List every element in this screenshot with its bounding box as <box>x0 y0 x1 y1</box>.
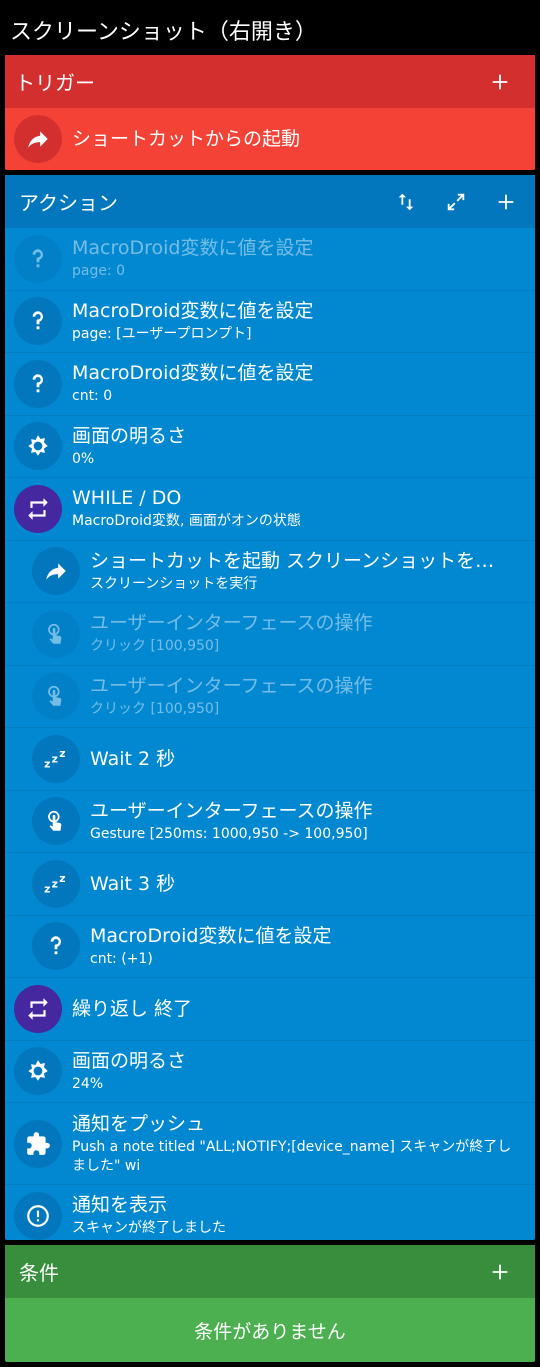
puzzle-icon <box>14 1119 62 1168</box>
action-item[interactable]: MacroDroid変数に値を設定 cnt: (+1) <box>5 916 535 978</box>
action-list: MacroDroid変数に値を設定 page: 0 MacroDroid変数に値を設… <box>5 228 535 1248</box>
svg-text:z: z <box>59 872 65 885</box>
action-item[interactable]: WHILE / DO MacroDroid変数, 画面がオンの状態 <box>5 478 535 541</box>
action-item-title: MacroDroid変数に値を設定 <box>90 924 332 947</box>
action-item[interactable]: ショートカットを起動 スクリーンショットを… スクリーンショットを実行 <box>5 541 535 603</box>
add-action-button[interactable] <box>481 182 531 222</box>
action-item-title: ユーザーインターフェースの操作 <box>90 674 373 697</box>
trigger-card: トリガー ショートカットからの起動 <box>5 55 535 170</box>
action-item-subtitle: Gesture [250ms: 1000,950 -> 100,950] <box>90 825 368 842</box>
action-item[interactable]: z z z Wait 2 秒 <box>5 728 535 791</box>
sleep-icon: zzz <box>32 859 80 908</box>
question-icon <box>14 297 62 346</box>
plus-icon <box>492 1264 508 1279</box>
action-item-subtitle: スクリーンショットを実行 <box>90 575 258 592</box>
action-item-subtitle: cnt: (+1) <box>90 950 153 967</box>
action-item-title: 画面の明るさ <box>72 1049 187 1072</box>
action-item[interactable]: MacroDroid変数に値を設定 cnt: 0 <box>5 353 535 416</box>
svg-text:z: z <box>52 752 58 765</box>
action-item[interactable]: 通知をプッシュ Push a note titled "ALL;NOTIFY;[d… <box>5 1103 535 1185</box>
sleep-icon: zzz <box>32 734 80 783</box>
action-item[interactable]: ユーザーインターフェースの操作クリック [100,950] <box>5 666 535 728</box>
action-item-subtitle: クリック [100,950] <box>90 700 220 717</box>
question-icon <box>14 234 62 283</box>
loop-icon <box>14 984 62 1033</box>
shortcut-arrow-icon <box>14 115 62 163</box>
alert-icon <box>14 1191 62 1240</box>
action-item-subtitle: page: [ユーザープロンプト] <box>72 325 252 342</box>
trigger-item-title: ショートカットからの起動 <box>72 128 301 150</box>
condition-header-label: 条件 <box>19 1261 59 1285</box>
window-title: スクリーンショット（右開き） <box>10 20 317 45</box>
touch-icon <box>32 797 80 846</box>
action-item[interactable]: ユーザーインターフェースの操作 Gesture [250ms: 1000,950 … <box>5 791 535 853</box>
svg-text:z: z <box>59 747 65 760</box>
action-item[interactable]: 繰り返し 終了 <box>5 978 535 1041</box>
action-item-subtitle: cnt: 0 <box>72 388 113 405</box>
action-item[interactable]: MacroDroid変数に値を設定 page: [ユーザープロンプト] <box>5 291 535 353</box>
action-item-title: ユーザーインターフェースの操作 <box>90 612 373 635</box>
expand-icon <box>447 193 465 210</box>
question-icon <box>14 359 62 408</box>
action-header: アクション <box>5 175 535 228</box>
action-item-title: 繰り返し 終了 <box>72 997 193 1020</box>
action-item-title: WHILE / DO <box>72 487 182 510</box>
plus-icon <box>498 194 514 209</box>
expand-button[interactable] <box>431 182 481 222</box>
reorder-button[interactable] <box>381 182 431 222</box>
shortcut-arrow-icon <box>32 547 80 596</box>
action-item-title: Wait 2 秒 <box>90 747 176 770</box>
action-item-subtitle: MacroDroid変数, 画面がオンの状態 <box>72 513 301 530</box>
action-header-label: アクション <box>19 191 118 215</box>
brightness-icon <box>14 422 62 471</box>
svg-text:z: z <box>44 882 50 895</box>
action-item-title: MacroDroid変数に値を設定 <box>72 299 314 322</box>
action-item-subtitle: スキャンが終了しました <box>72 1220 226 1237</box>
action-item-subtitle: Push a note titled "ALL;NOTIFY;[device_n… <box>72 1138 512 1174</box>
trigger-header: トリガー <box>5 55 535 108</box>
action-item-title: MacroDroid変数に値を設定 <box>72 362 314 385</box>
action-item-subtitle: 0% <box>72 450 95 467</box>
action-item-subtitle: 24% <box>72 1075 104 1092</box>
add-trigger-button[interactable] <box>475 62 525 102</box>
add-condition-button[interactable] <box>475 1252 525 1292</box>
action-item-title: Wait 3 秒 <box>90 872 176 895</box>
action-item[interactable]: 画面の明るさ 24% <box>5 1041 535 1103</box>
action-item-title: ショートカットを起動 スクリーンショットを… <box>90 549 495 572</box>
action-item-title: 画面の明るさ <box>72 424 187 447</box>
action-item-title: MacroDroid変数に値を設定 <box>72 237 314 260</box>
trigger-item[interactable]: ショートカットからの起動 <box>5 108 535 170</box>
trigger-header-label: トリガー <box>15 71 95 95</box>
action-item-subtitle: クリック [100,950] <box>90 638 220 655</box>
question-icon <box>32 922 80 971</box>
condition-header: 条件 <box>5 1245 535 1298</box>
plus-icon <box>492 74 508 89</box>
condition-card: 条件 条件がありません <box>5 1245 535 1362</box>
action-item[interactable]: ユーザーインターフェースの操作クリック [100,950] <box>5 603 535 666</box>
action-item-title: 通知をプッシュ <box>72 1112 206 1135</box>
touch-icon <box>32 609 80 658</box>
loop-icon <box>14 484 62 533</box>
svg-text:z: z <box>52 877 58 890</box>
touch-icon <box>32 672 80 721</box>
action-card: アクション MacroDroid変数に値を設定 page: 0 MacroDroid… <box>5 175 535 1248</box>
no-conditions-text[interactable]: 条件がありません <box>5 1298 535 1362</box>
action-item-subtitle: page: 0 <box>72 263 126 280</box>
action-item[interactable]: 画面の明るさ 0% <box>5 416 535 478</box>
svg-text:z: z <box>44 757 50 770</box>
action-item-title: 通知を表示 <box>72 1194 168 1217</box>
action-item[interactable]: MacroDroid変数に値を設定 page: 0 <box>5 228 535 291</box>
action-item[interactable]: z z z Wait 3 秒 <box>5 853 535 916</box>
action-item[interactable]: 通知を表示スキャンが終了しました <box>5 1185 535 1248</box>
action-item-title: ユーザーインターフェースの操作 <box>90 799 373 822</box>
brightness-icon <box>14 1047 62 1096</box>
reorder-icon <box>398 193 414 210</box>
